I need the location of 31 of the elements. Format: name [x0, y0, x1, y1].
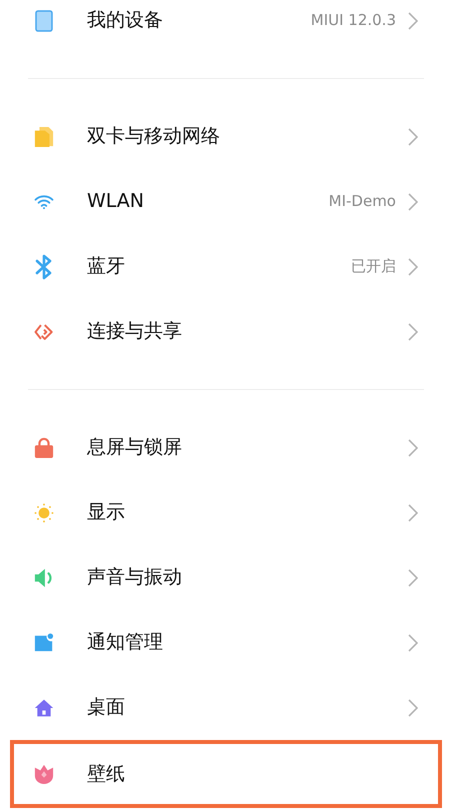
- settings-item[interactable]: 壁纸: [10, 740, 442, 808]
- notification-icon: [34, 632, 54, 654]
- sim-card-icon: [34, 124, 54, 148]
- item-value: 已开启: [351, 256, 396, 278]
- settings-item[interactable]: 通知管理: [10, 610, 442, 675]
- item-label: 声音与振动: [87, 565, 182, 590]
- settings-item[interactable]: 双卡与移动网络: [10, 104, 442, 169]
- item-label: 壁纸: [87, 762, 125, 787]
- settings-item[interactable]: 息屏与锁屏: [10, 415, 442, 480]
- bluetooth-icon: [34, 254, 54, 280]
- item-label: 我的设备: [87, 8, 163, 34]
- item-label: 息屏与锁屏: [87, 435, 182, 460]
- settings-item[interactable]: 我的设备 MIUI 12.0.3: [10, 0, 442, 53]
- item-value: MIUI 12.0.3: [310, 10, 396, 32]
- item-label: WLAN: [87, 189, 144, 214]
- item-label: 蓝牙: [87, 254, 125, 280]
- settings-item[interactable]: 连接与共享: [10, 299, 442, 364]
- tulip-icon: [34, 763, 54, 785]
- settings-item[interactable]: 声音与振动: [10, 545, 442, 610]
- settings-item[interactable]: 桌面: [10, 675, 442, 740]
- settings-item[interactable]: 显示: [10, 480, 442, 545]
- lock-icon: [34, 436, 54, 460]
- item-label: 双卡与移动网络: [87, 124, 220, 150]
- settings-item[interactable]: 蓝牙 已开启: [10, 234, 442, 299]
- phone-icon: [35, 10, 53, 32]
- item-value: MI-Demo: [328, 191, 396, 212]
- item-label: 显示: [87, 500, 125, 526]
- settings-item[interactable]: WLAN MI-Demo: [10, 169, 442, 234]
- item-label: 连接与共享: [87, 319, 182, 344]
- item-label: 通知管理: [87, 630, 163, 656]
- item-label: 桌面: [87, 695, 125, 720]
